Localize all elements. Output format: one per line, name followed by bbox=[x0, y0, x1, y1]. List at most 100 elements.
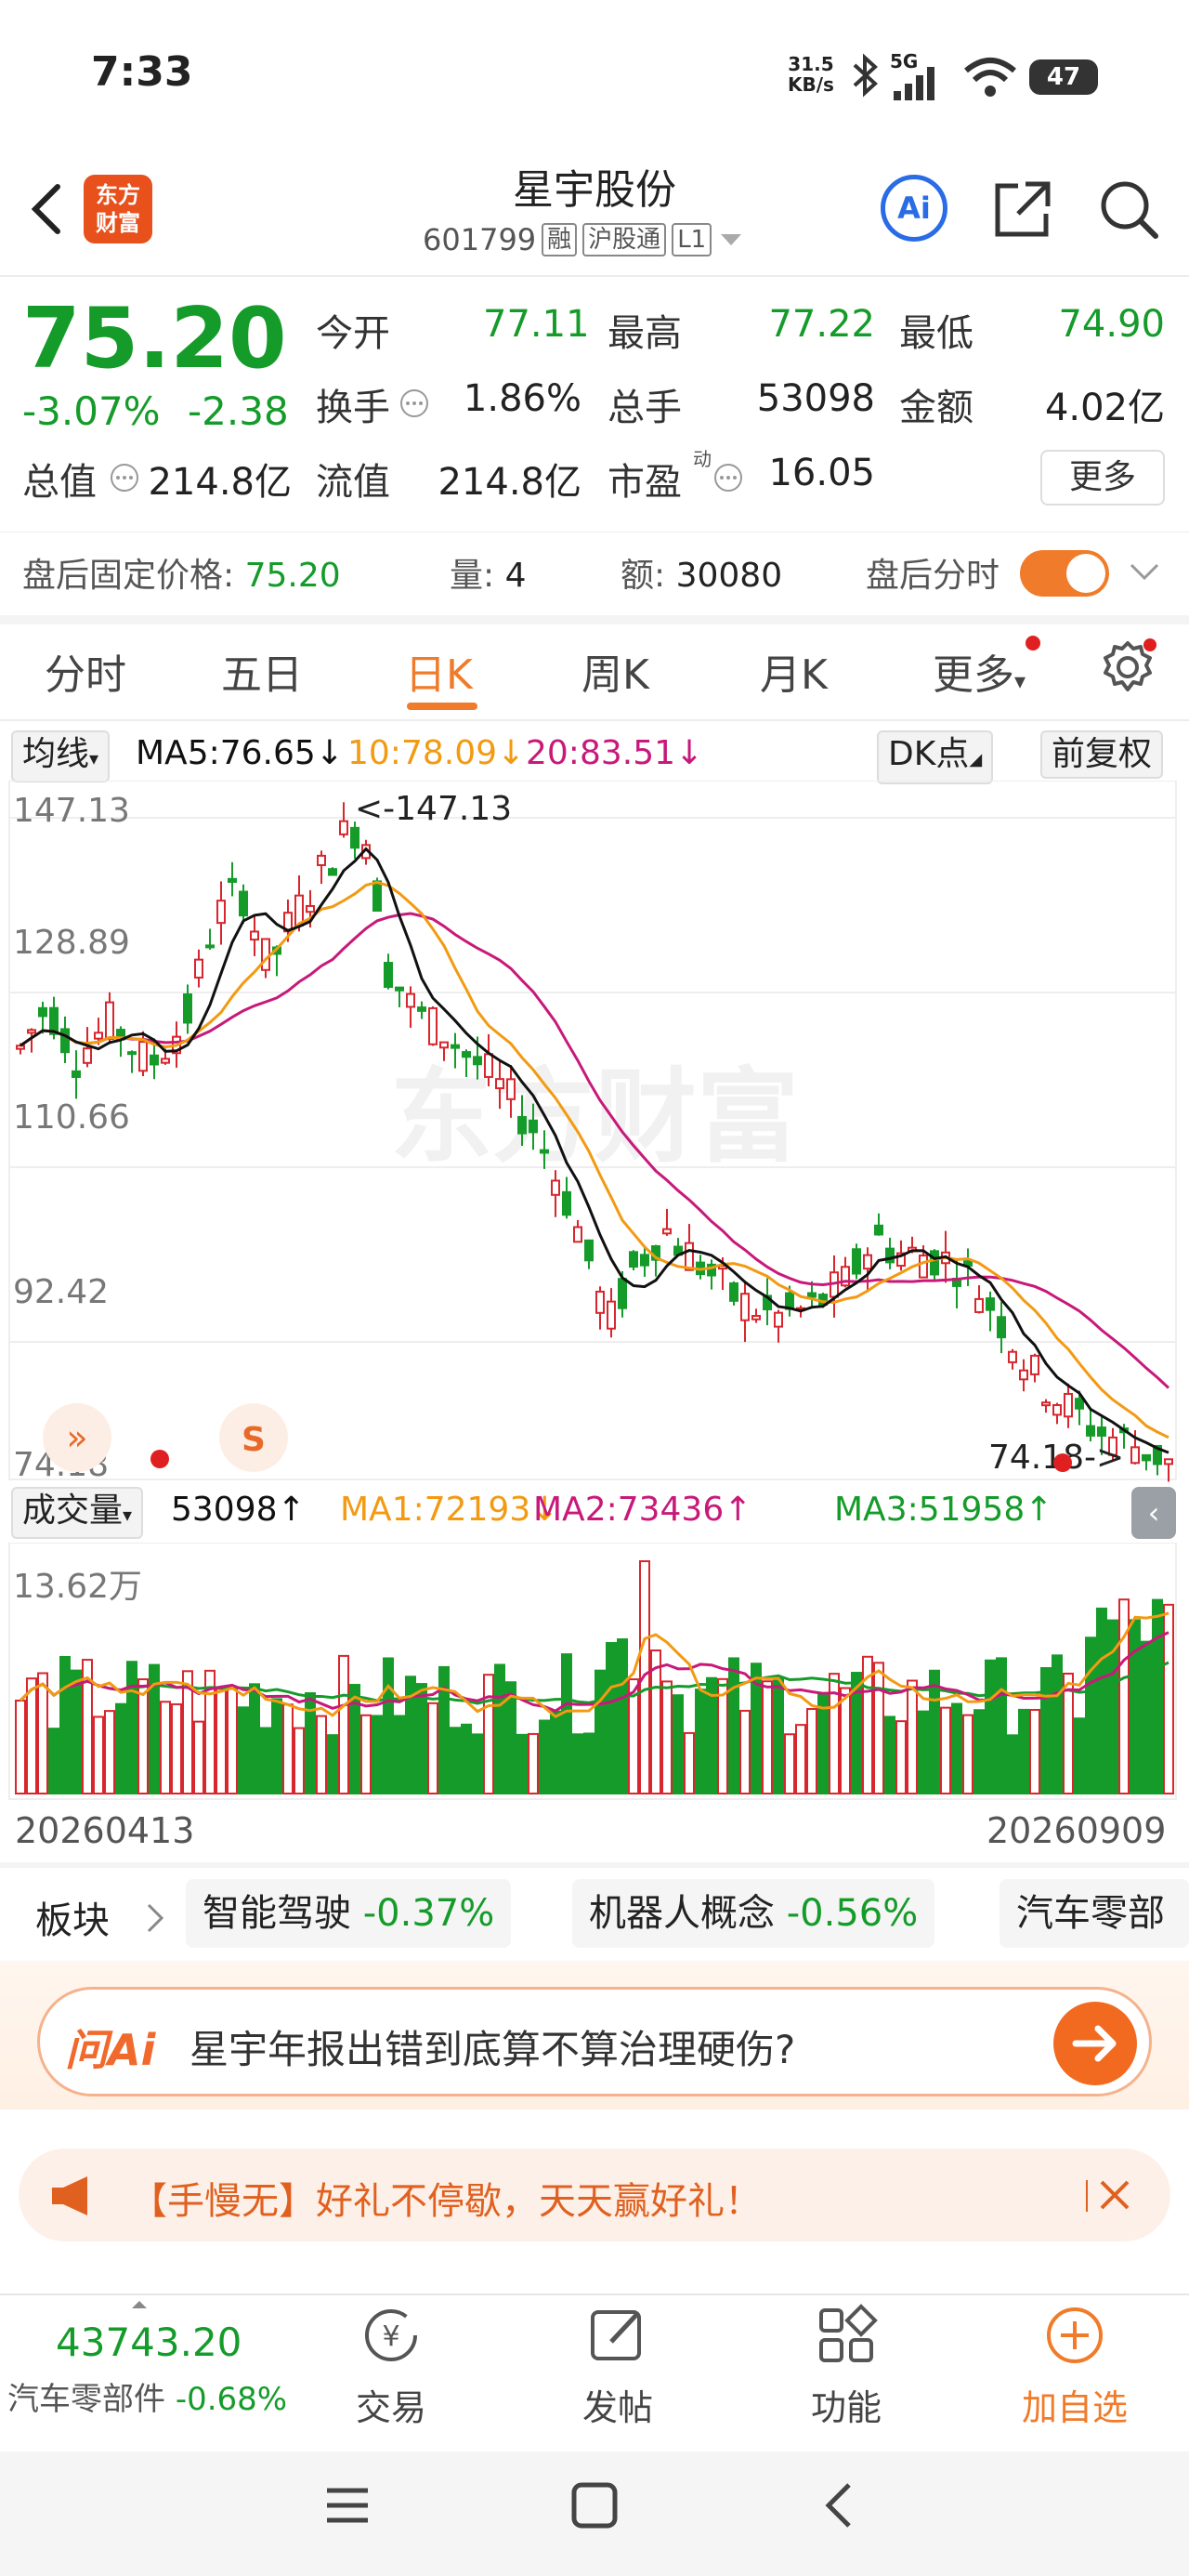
volume-bar bbox=[1029, 1708, 1040, 1794]
float-cap-value: 214.8亿 bbox=[438, 461, 581, 504]
expand-double-arrow-icon[interactable]: » bbox=[43, 1403, 111, 1472]
settings-gear-icon[interactable] bbox=[1098, 637, 1157, 697]
volume-bar bbox=[951, 1702, 962, 1794]
volume-bar bbox=[996, 1657, 1007, 1795]
high-label: 最高 bbox=[608, 312, 682, 355]
tag-margin: 融 bbox=[542, 223, 578, 256]
volume-bar bbox=[606, 1642, 617, 1794]
candle-body bbox=[395, 986, 404, 992]
date-start: 20260413 bbox=[15, 1810, 195, 1851]
info-dots-icon[interactable] bbox=[712, 461, 745, 494]
info-dots-icon[interactable] bbox=[108, 461, 141, 494]
volume-bar bbox=[1018, 1708, 1029, 1794]
volume-bar bbox=[483, 1674, 494, 1795]
volume-bar bbox=[550, 1710, 561, 1794]
candle-body bbox=[72, 1070, 81, 1078]
chevron-down-icon[interactable] bbox=[1126, 558, 1163, 585]
ai-question[interactable]: 星宇年报出错到底算不算治理硬伤? bbox=[189, 2018, 795, 2075]
tab-monthly-k[interactable]: 月K bbox=[760, 641, 828, 701]
volume-bar bbox=[973, 1709, 985, 1794]
ai-button[interactable]: Ai bbox=[881, 175, 947, 242]
chevron-right-icon[interactable] bbox=[143, 1899, 167, 1937]
volume-bar bbox=[249, 1683, 260, 1795]
system-back-icon[interactable] bbox=[816, 2479, 868, 2531]
close-icon[interactable] bbox=[1083, 2173, 1139, 2219]
sector-chip[interactable]: 智能驾驶 -0.37% bbox=[186, 1879, 512, 1948]
after-hours-toggle[interactable] bbox=[1020, 550, 1109, 597]
nav-add-watchlist[interactable]: 加自选 bbox=[1014, 2303, 1135, 2430]
candle-body bbox=[1086, 1425, 1095, 1437]
menu-icon[interactable] bbox=[321, 2479, 373, 2531]
stock-code-line[interactable]: 601799 融 沪股通 L1 bbox=[423, 221, 745, 258]
ma-selector[interactable]: 均线▾ bbox=[11, 730, 111, 782]
candle-body bbox=[428, 1006, 438, 1045]
volume-bar bbox=[884, 1715, 895, 1794]
candle-body bbox=[1019, 1369, 1028, 1381]
tab-more-badge bbox=[1026, 636, 1040, 651]
after-hours-switch-label: 盘后分时 bbox=[866, 557, 1000, 595]
volume-bar bbox=[193, 1720, 204, 1794]
volume-value: 53098 bbox=[756, 377, 875, 420]
candlestick-chart[interactable]: 东方财富 bbox=[0, 781, 1189, 1487]
candle-body bbox=[94, 1032, 103, 1040]
collapse-panel-icon[interactable]: ‹ bbox=[1131, 1487, 1176, 1539]
more-button[interactable]: 更多 bbox=[1040, 450, 1165, 506]
info-dots-icon[interactable] bbox=[398, 387, 431, 420]
volume-bar bbox=[773, 1676, 784, 1794]
grid-functions-icon bbox=[819, 2304, 878, 2362]
volume-bar bbox=[762, 1680, 773, 1794]
dk-points-button[interactable]: DK点◢ bbox=[877, 730, 994, 784]
candle-body bbox=[60, 1028, 70, 1054]
promo-text[interactable]: 【手慢无】好礼不停歇，天天赢好礼！ bbox=[130, 2171, 762, 2225]
current-price: 75.20 bbox=[22, 290, 287, 388]
tab-daily-k[interactable]: 日K bbox=[405, 641, 473, 701]
candle-body bbox=[540, 1149, 549, 1154]
candle-body bbox=[751, 1315, 761, 1321]
candle-body bbox=[1064, 1392, 1073, 1418]
candle-body bbox=[1142, 1453, 1151, 1462]
y-axis-label: 110.66 bbox=[13, 1098, 130, 1137]
index-label[interactable]: 汽车零部件 -0.68% bbox=[7, 2373, 287, 2419]
back-icon[interactable] bbox=[20, 172, 76, 246]
volume-bar bbox=[394, 1715, 405, 1794]
tab-weekly-k[interactable]: 周K bbox=[581, 641, 649, 701]
sector-chip[interactable]: 汽车零部 bbox=[1000, 1879, 1189, 1948]
volume-bar bbox=[1040, 1666, 1052, 1794]
dropdown-triangle-icon bbox=[721, 234, 742, 245]
candle-body bbox=[662, 1228, 672, 1235]
event-dot[interactable] bbox=[1053, 1453, 1072, 1472]
pe-label: 市盈 bbox=[608, 461, 682, 504]
change-amount: -2.38 bbox=[188, 388, 289, 434]
adjust-button[interactable]: 前复权 bbox=[1040, 730, 1164, 779]
nav-trade[interactable]: ¥ 交易 bbox=[331, 2303, 451, 2430]
nav-functions[interactable]: 功能 bbox=[786, 2303, 907, 2430]
home-square-icon[interactable] bbox=[568, 2479, 621, 2531]
share-icon[interactable] bbox=[990, 177, 1055, 242]
after-hours-volume: 量: 4 bbox=[450, 557, 527, 595]
edit-post-icon bbox=[591, 2310, 641, 2360]
market-cap-label: 总值 bbox=[22, 461, 97, 504]
event-dot[interactable] bbox=[150, 1450, 169, 1468]
nav-post[interactable]: 发帖 bbox=[557, 2303, 678, 2430]
candle-body bbox=[150, 1054, 159, 1066]
volume-selector[interactable]: 成交量▾ bbox=[11, 1487, 144, 1539]
volume-bar bbox=[115, 1702, 126, 1794]
search-icon[interactable] bbox=[1096, 177, 1161, 242]
volume-bar bbox=[260, 1727, 271, 1794]
pe-superscript: 动 bbox=[693, 448, 712, 470]
sector-chip[interactable]: 机器人概念 -0.56% bbox=[572, 1879, 935, 1948]
candle-body bbox=[1097, 1426, 1106, 1437]
ma10-value: 10:78.09↓ bbox=[347, 734, 526, 772]
pe-value: 16.05 bbox=[768, 452, 875, 494]
arrow-right-icon[interactable] bbox=[1053, 2002, 1137, 2085]
volume-chart[interactable] bbox=[0, 1543, 1189, 1803]
date-end: 20260909 bbox=[986, 1810, 1167, 1851]
index-value[interactable]: 43743.20 bbox=[56, 2320, 242, 2365]
tab-five-day[interactable]: 五日 bbox=[221, 641, 303, 701]
tab-more[interactable]: 更多▾ bbox=[933, 641, 1026, 701]
volume-bar bbox=[238, 1706, 249, 1794]
signal-s-icon[interactable]: S bbox=[219, 1403, 288, 1472]
volume-axis-max: 13.62万 bbox=[13, 1568, 143, 1606]
tab-intraday[interactable]: 分时 bbox=[45, 641, 126, 701]
candle-body bbox=[1041, 1401, 1051, 1407]
